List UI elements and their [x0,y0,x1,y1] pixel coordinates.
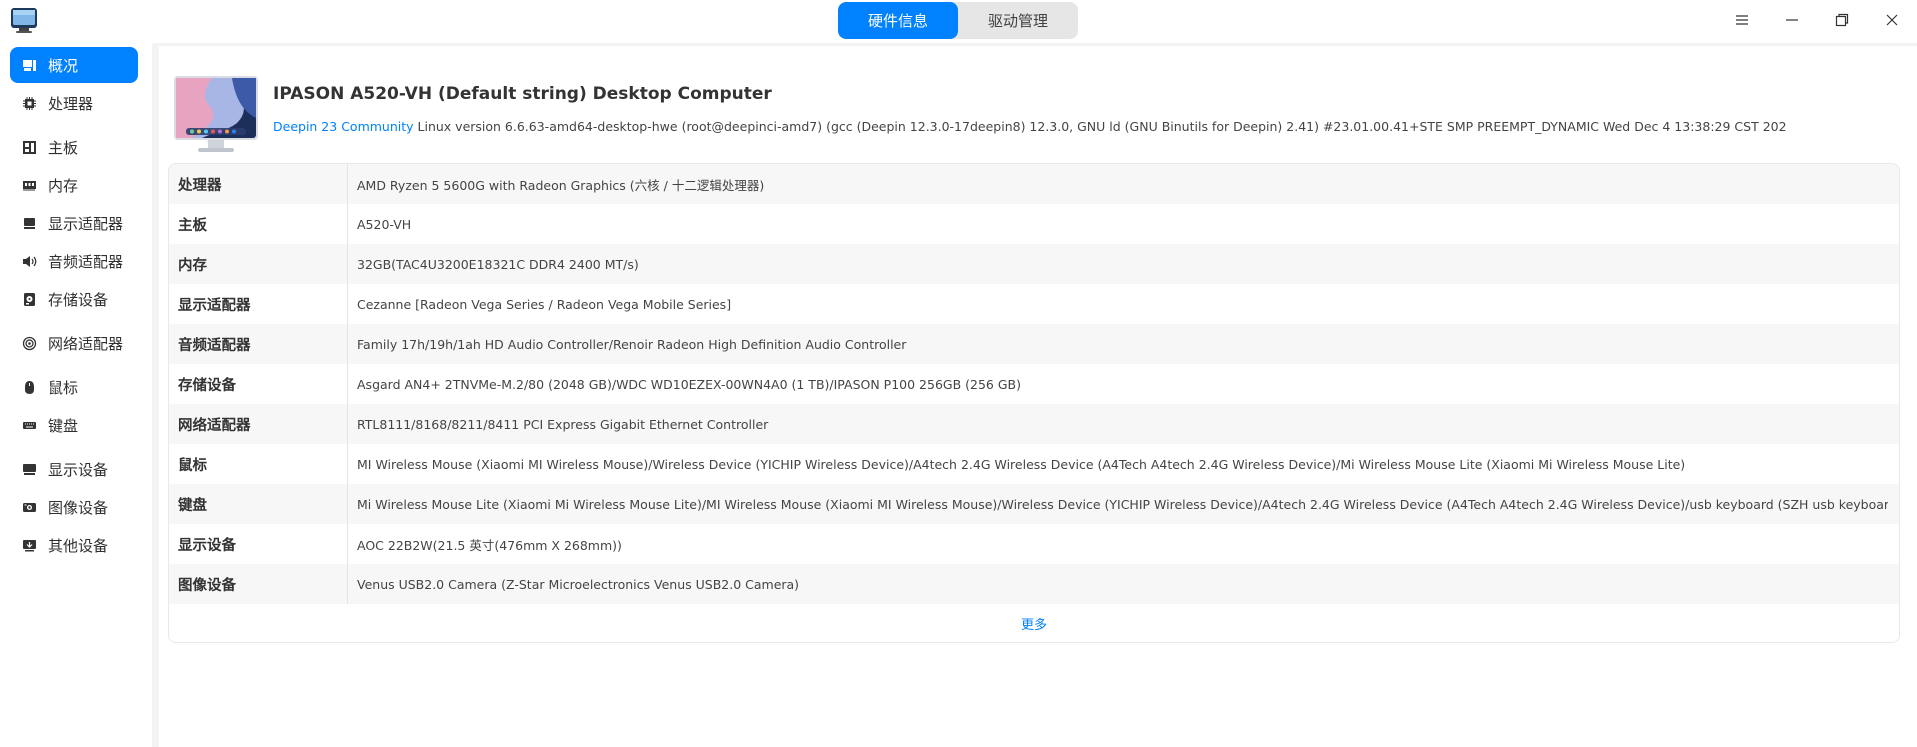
row-value: Asgard AN4+ 2TNVMe-M.2/80 (2048 GB)/WDC … [357,376,1021,392]
sidebar-item-overview[interactable]: 概况 [10,47,138,83]
sidebar-item-memory[interactable]: 内存 [10,167,138,203]
memory-icon [22,178,37,193]
sidebar-item-label: 存储设备 [48,290,109,309]
minimize-button[interactable] [1767,0,1817,40]
sidebar-item-other-devices[interactable]: 其他设备 [10,527,138,563]
view-tabs: 硬件信息 驱动管理 [838,2,1078,39]
row-value: Mi Wireless Mouse Lite (Xiaomi Mi Wirele… [357,496,1888,512]
monitor-icon [22,462,37,477]
sidebar-item-label: 内存 [48,176,79,195]
sidebar: 概况 处理器 主板 内存 显示适配器 音频适配器 存储设备 网络适配器 鼠标 键… [0,43,152,747]
table-row: 显示设备 AOC 22B2W(21.5 英寸(476mm X 268mm)) [169,524,1899,564]
row-key: 显示设备 [169,524,348,564]
table-row: 鼠标 MI Wireless Mouse (Xiaomi MI Wireless … [169,444,1899,484]
close-button[interactable] [1867,0,1917,40]
restore-icon [1835,13,1849,27]
row-value: AMD Ryzen 5 5600G with Radeon Graphics (… [357,177,765,193]
row-key: 主板 [169,204,348,244]
sidebar-item-display-adapter[interactable]: 显示适配器 [10,205,138,241]
row-value: RTL8111/8168/8211/8411 PCI Express Gigab… [357,416,769,432]
network-icon [22,336,37,351]
sidebar-item-storage[interactable]: 存储设备 [10,281,138,317]
sidebar-item-label: 图像设备 [48,498,109,517]
os-info: Deepin 23 Community Linux version 6.6.63… [273,119,1893,134]
sidebar-item-label: 键盘 [48,416,79,435]
app-logo-icon[interactable] [10,6,38,34]
row-value: MI Wireless Mouse (Xiaomi MI Wireless Mo… [357,456,1686,472]
computer-icon [172,74,260,156]
row-key: 网络适配器 [169,404,348,444]
cpu-icon [22,96,37,111]
table-row: 键盘 Mi Wireless Mouse Lite (Xiaomi Mi Wire… [169,484,1899,524]
row-value: 32GB(TAC4U3200E18321C DDR4 2400 MT/s) [357,256,639,272]
audio-adapter-icon [22,254,37,269]
tab-driver-management[interactable]: 驱动管理 [958,2,1078,39]
menu-icon [1736,15,1748,25]
table-row: 网络适配器 RTL8111/8168/8211/8411 PCI Express … [169,404,1899,444]
sidebar-item-camera[interactable]: 图像设备 [10,489,138,525]
sidebar-item-label: 处理器 [48,94,94,113]
more-link[interactable]: 更多 [1021,614,1047,633]
more-row: 更多 [169,604,1899,642]
table-row: 内存 32GB(TAC4U3200E18321C DDR4 2400 MT/s) [169,244,1899,284]
sidebar-item-motherboard[interactable]: 主板 [10,129,138,165]
row-key: 键盘 [169,484,348,524]
title-bar: 硬件信息 驱动管理 [0,0,1917,43]
table-row: 音频适配器 Family 17h/19h/1ah HD Audio Control… [169,324,1899,364]
keyboard-icon [22,418,37,433]
window-controls [1717,0,1917,40]
menu-button[interactable] [1717,0,1767,40]
table-row: 处理器 AMD Ryzen 5 5600G with Radeon Graphic… [169,164,1899,204]
storage-icon [22,292,37,307]
sidebar-item-audio-adapter[interactable]: 音频适配器 [10,243,138,279]
row-value: Family 17h/19h/1ah HD Audio Controller/R… [357,336,907,352]
sidebar-item-label: 显示设备 [48,460,109,479]
row-value: AOC 22B2W(21.5 英寸(476mm X 268mm)) [357,537,622,553]
row-value: Venus USB2.0 Camera (Z-Star Microelectro… [357,576,800,592]
table-row: 图像设备 Venus USB2.0 Camera (Z-Star Microele… [169,564,1899,604]
sidebar-item-label: 主板 [48,138,79,157]
row-key: 显示适配器 [169,284,348,324]
sidebar-item-label: 其他设备 [48,536,109,555]
overview-icon [22,58,37,73]
row-key: 内存 [169,244,348,284]
row-key: 鼠标 [169,444,348,484]
row-value: A520-VH [357,216,412,232]
sidebar-item-network[interactable]: 网络适配器 [10,325,138,361]
minimize-icon [1786,19,1798,21]
sidebar-item-label: 鼠标 [48,378,79,397]
kernel-info: Linux version 6.6.63-amd64-desktop-hwe (… [413,119,1787,134]
sidebar-item-label: 网络适配器 [48,334,124,353]
close-icon [1886,14,1898,26]
motherboard-icon [22,140,37,155]
sidebar-item-cpu[interactable]: 处理器 [10,85,138,121]
overview-panel: IPASON A520-VH (Default string) Desktop … [159,46,1917,747]
sidebar-item-monitor[interactable]: 显示设备 [10,451,138,487]
computer-title: IPASON A520-VH (Default string) Desktop … [273,84,772,104]
mouse-icon [22,380,37,395]
tab-hardware-info[interactable]: 硬件信息 [838,2,958,39]
table-row: 主板 A520-VH [169,204,1899,244]
sidebar-item-label: 概况 [48,56,79,75]
table-row: 存储设备 Asgard AN4+ 2TNVMe-M.2/80 (2048 GB)/… [169,364,1899,404]
other-devices-icon [22,538,37,553]
row-key: 图像设备 [169,564,348,604]
row-key: 处理器 [169,164,348,204]
sidebar-item-keyboard[interactable]: 键盘 [10,407,138,443]
row-value: Cezanne [Radeon Vega Series / Radeon Veg… [357,296,732,312]
os-link[interactable]: Deepin 23 Community [273,119,414,134]
sidebar-item-label: 音频适配器 [48,252,124,271]
row-key: 存储设备 [169,364,348,404]
camera-icon [22,500,37,515]
display-adapter-icon [22,216,37,231]
maximize-button[interactable] [1817,0,1867,40]
row-key: 音频适配器 [169,324,348,364]
sidebar-item-mouse[interactable]: 鼠标 [10,369,138,405]
table-row: 显示适配器 Cezanne [Radeon Vega Series / Radeo… [169,284,1899,324]
sidebar-item-label: 显示适配器 [48,214,124,233]
hardware-summary-table: 处理器 AMD Ryzen 5 5600G with Radeon Graphic… [168,163,1900,643]
